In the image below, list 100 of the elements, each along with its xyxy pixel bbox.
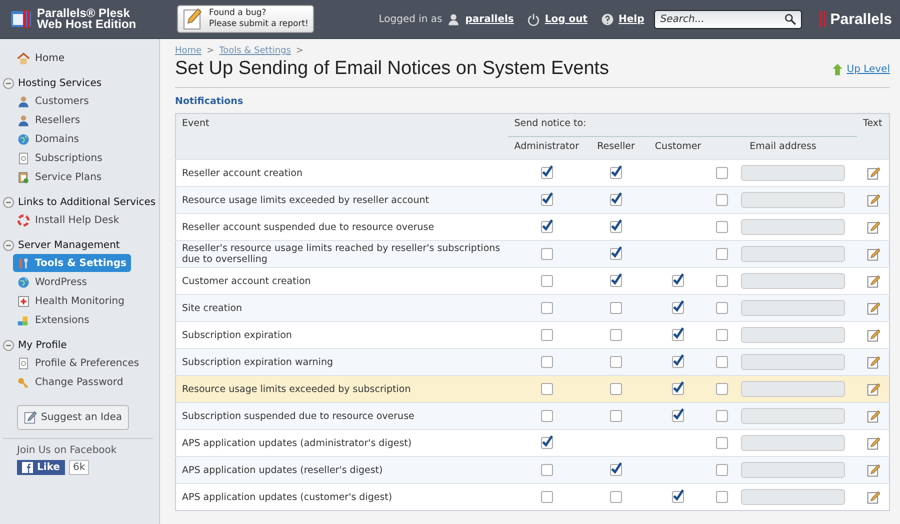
help-link[interactable]: Help	[618, 14, 644, 24]
sidebar-item[interactable]: Subscriptions	[13, 149, 106, 167]
checkbox[interactable]	[716, 464, 728, 476]
checkbox[interactable]	[716, 194, 728, 206]
checkbox[interactable]	[672, 275, 684, 287]
checkbox[interactable]	[716, 437, 728, 449]
edit-icon[interactable]	[866, 356, 880, 368]
checkbox[interactable]	[540, 194, 553, 206]
checkbox[interactable]	[540, 410, 553, 422]
checkbox[interactable]	[610, 221, 622, 233]
email-field[interactable]	[741, 192, 845, 208]
edit-icon[interactable]	[866, 382, 880, 396]
sidebar-item[interactable]: Service Plans	[13, 168, 106, 186]
checkbox[interactable]	[610, 248, 622, 260]
collapse-toggle[interactable]	[3, 196, 14, 208]
checkbox[interactable]	[716, 275, 728, 287]
checkbox[interactable]	[716, 167, 728, 179]
email-field[interactable]	[741, 273, 845, 289]
edit-icon[interactable]	[866, 194, 880, 206]
logout-link[interactable]: Log out	[544, 14, 588, 24]
email-field[interactable]	[741, 327, 845, 343]
edit-icon[interactable]	[866, 328, 880, 342]
checkbox[interactable]	[540, 383, 553, 395]
checkbox[interactable]	[610, 275, 622, 287]
sidebar-item[interactable]: Tools & Settings	[13, 254, 130, 272]
sidebar-item[interactable]: Extensions	[13, 311, 94, 329]
checkbox[interactable]	[540, 437, 553, 449]
collapse-toggle[interactable]	[3, 240, 14, 250]
checkbox[interactable]	[672, 302, 684, 314]
search-icon[interactable]	[784, 12, 798, 26]
checkbox[interactable]	[716, 410, 728, 422]
column-header: Customer	[647, 136, 709, 160]
home-link[interactable]: Home	[0, 49, 159, 67]
email-field[interactable]	[741, 462, 845, 478]
checkbox[interactable]	[610, 464, 622, 476]
checkbox[interactable]	[610, 194, 622, 206]
checkbox[interactable]	[610, 410, 622, 422]
email-field[interactable]	[741, 300, 845, 316]
checkbox[interactable]	[672, 383, 684, 395]
checkbox[interactable]	[540, 221, 553, 233]
checkbox[interactable]	[610, 383, 622, 395]
checkbox[interactable]	[540, 275, 553, 287]
facebook-title: Join Us on Facebook	[16, 445, 118, 456]
collapse-toggle[interactable]	[3, 340, 14, 350]
checkbox[interactable]	[540, 329, 553, 341]
sidebar-item[interactable]: WordPress	[13, 273, 92, 291]
sidebar-item[interactable]: Change Password	[13, 373, 128, 391]
up-level-link[interactable]: Up Level	[830, 62, 890, 76]
checkbox[interactable]	[610, 491, 622, 503]
checkbox[interactable]	[540, 491, 553, 503]
checkbox[interactable]	[716, 329, 728, 341]
checkbox[interactable]	[716, 302, 728, 314]
email-field[interactable]	[741, 219, 845, 235]
username-link[interactable]: parallels	[465, 14, 514, 24]
checkbox[interactable]	[610, 356, 622, 368]
checkbox[interactable]	[672, 329, 684, 341]
sidebar-item[interactable]: Resellers	[13, 111, 84, 129]
edit-icon[interactable]	[866, 436, 880, 450]
suggest-idea-button[interactable]: Suggest an Idea	[17, 405, 130, 430]
checkbox[interactable]	[540, 356, 553, 368]
checkbox[interactable]	[716, 221, 728, 233]
checkbox[interactable]	[716, 491, 728, 503]
edit-icon[interactable]	[866, 410, 880, 422]
edit-icon[interactable]	[866, 166, 880, 180]
edit-icon[interactable]	[866, 220, 880, 234]
checkbox[interactable]	[540, 464, 553, 476]
plus-icon	[17, 294, 30, 308]
like-button[interactable]: Like	[17, 460, 65, 475]
email-field[interactable]	[741, 165, 845, 181]
sidebar-item[interactable]: Health Monitoring	[13, 292, 128, 310]
edit-icon[interactable]	[866, 464, 880, 476]
checkbox[interactable]	[672, 491, 684, 503]
sidebar-item[interactable]: Profile & Preferences	[13, 354, 144, 372]
edit-icon[interactable]	[866, 302, 880, 314]
email-field[interactable]	[741, 435, 845, 451]
checkbox[interactable]	[610, 302, 622, 314]
edit-icon[interactable]	[866, 490, 880, 504]
checkbox[interactable]	[540, 167, 553, 179]
edit-icon[interactable]	[866, 248, 880, 260]
edit-icon[interactable]	[866, 274, 880, 288]
bug-report-button[interactable]: Found a bug? Please submit a report!	[177, 5, 314, 33]
email-field[interactable]	[741, 489, 845, 505]
checkbox[interactable]	[716, 383, 728, 395]
search-field[interactable]: Search...	[654, 10, 802, 28]
checkbox[interactable]	[672, 356, 684, 368]
sidebar-item[interactable]: Customers	[13, 92, 93, 110]
email-field[interactable]	[741, 381, 845, 397]
sidebar-item[interactable]: Domains	[13, 130, 84, 148]
checkbox[interactable]	[672, 410, 684, 422]
checkbox[interactable]	[610, 329, 622, 341]
checkbox[interactable]	[540, 248, 553, 260]
email-field[interactable]	[741, 408, 845, 424]
checkbox[interactable]	[716, 356, 728, 368]
checkbox[interactable]	[540, 302, 553, 314]
checkbox[interactable]	[716, 248, 728, 260]
checkbox[interactable]	[610, 167, 622, 179]
sidebar-item[interactable]: Install Help Desk	[13, 211, 124, 229]
collapse-toggle[interactable]	[3, 78, 14, 88]
email-field[interactable]	[741, 354, 845, 370]
email-field[interactable]	[741, 246, 845, 262]
